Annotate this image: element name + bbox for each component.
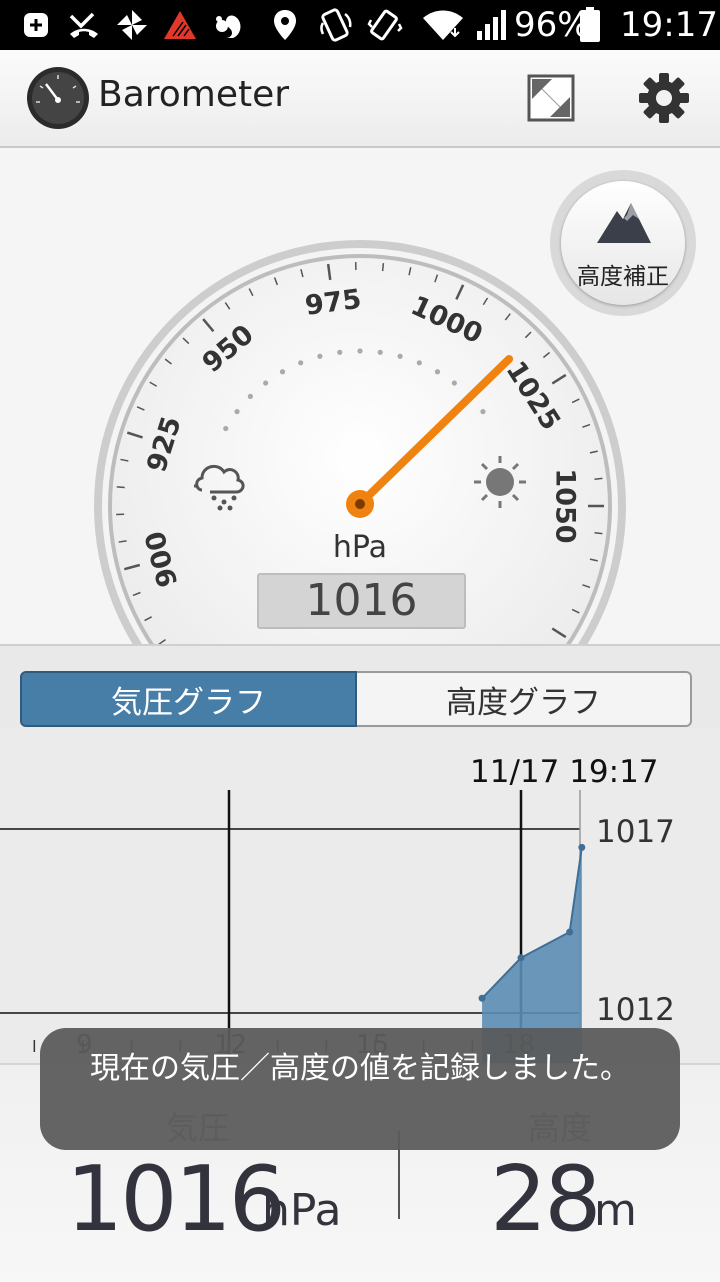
mountain-icon: [597, 201, 651, 247]
gauge-dot: [357, 348, 362, 353]
data-point: [566, 929, 573, 936]
gauge-dot: [263, 380, 268, 385]
signal-icon: [474, 8, 510, 42]
gauge-dot: [248, 394, 253, 399]
gauge-dot: [223, 426, 228, 431]
missed-call-icon: [66, 8, 102, 42]
gauge-dot: [280, 369, 285, 374]
gauge-dot: [378, 350, 383, 355]
gauge-dot: [452, 380, 457, 385]
gauge-dot: [298, 360, 303, 365]
graph-tabs: 気圧グラフ 高度グラフ: [0, 644, 720, 730]
widget-icon[interactable]: [526, 73, 576, 123]
tab-altitude-graph[interactable]: 高度グラフ: [357, 671, 692, 727]
vibrate-icon: [366, 8, 404, 42]
gauge-tick: [117, 487, 125, 488]
toast-message: 現在の気圧／高度の値を記録しました。: [90, 1050, 630, 1088]
altitude-correction-label: 高度補正: [561, 257, 685, 291]
y-tick-label: 1017: [596, 814, 675, 850]
gauge-tick: [594, 533, 602, 534]
gauge-dot: [480, 409, 485, 414]
status-bar: 96% 19:17: [0, 0, 720, 50]
gauge-dot: [234, 409, 239, 414]
gauge-dot: [398, 354, 403, 359]
pressure-readout: 1016: [257, 573, 466, 629]
battery-icon: [578, 8, 602, 42]
barometer-logo-icon: [26, 66, 90, 130]
add-box-icon: [20, 8, 52, 42]
gauge-dot: [435, 369, 440, 374]
altitude-unit: m: [594, 1185, 637, 1236]
squirrel-icon: [210, 8, 246, 42]
pressure-unit: hPa: [262, 1185, 341, 1236]
app-bar: Barometer: [0, 50, 720, 148]
data-point: [479, 995, 486, 1002]
phone-tap-icon: [318, 8, 356, 42]
gauge-tick-label: 1050: [550, 468, 581, 543]
altitude-value: 28: [490, 1147, 599, 1252]
app-title: Barometer: [98, 74, 289, 115]
gauge-tick: [383, 263, 384, 271]
pinwheel-icon: [114, 8, 150, 42]
gauge-dot: [337, 350, 342, 355]
gauge-unit-label: hPa: [320, 530, 400, 565]
gauge-dot: [317, 354, 322, 359]
gauge-panel: 900925950975100010251050 高度補正: [0, 148, 720, 644]
clock: 19:17: [620, 4, 718, 46]
gauge-tick: [594, 478, 602, 479]
toast-notification: 現在の気圧／高度の値を記録しました。: [40, 1028, 680, 1150]
warning-icon: [162, 8, 198, 42]
pressure-value: 1016: [66, 1147, 283, 1252]
altitude-correction-button[interactable]: 高度補正: [550, 170, 696, 316]
pressure-graph: 11/17 19:17 1017 1012 9 12 15 18: [0, 728, 720, 1063]
data-point: [578, 844, 585, 851]
settings-gear-icon[interactable]: [638, 72, 690, 124]
location-pin-icon: [270, 8, 300, 42]
y-tick-label: 1012: [596, 992, 675, 1028]
wifi-icon: [420, 8, 466, 42]
data-point: [518, 954, 525, 961]
gauge-dot: [417, 360, 422, 365]
tab-pressure-graph[interactable]: 気圧グラフ: [20, 671, 357, 727]
